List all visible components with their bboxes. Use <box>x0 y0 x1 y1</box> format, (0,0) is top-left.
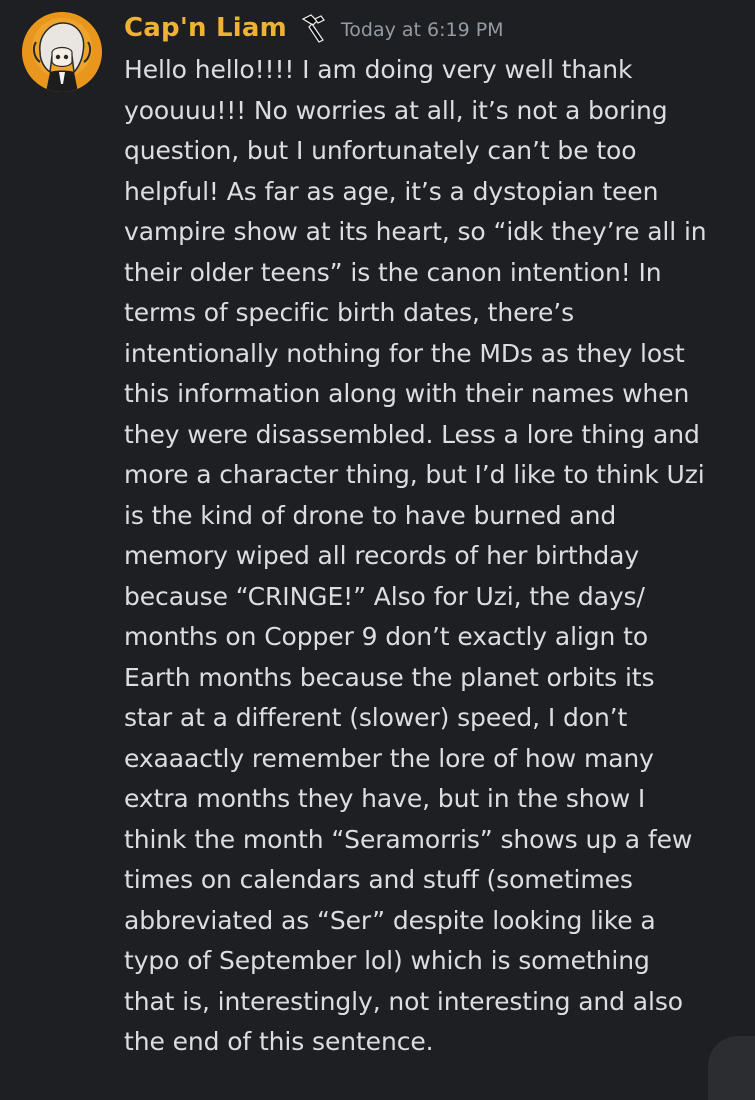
message-content: Hello hello!!!! I am doing very well tha… <box>124 50 736 1063</box>
message-text-line: abbreviated as “Ser” despite looking lik… <box>124 905 656 935</box>
message-text-line: star at a different (slower) speed, I do… <box>124 703 628 732</box>
message-text-line: think the month “Seramorris” shows up a … <box>124 824 693 854</box>
anime-character-avatar-icon <box>22 12 102 92</box>
message-text-line: Hello hello!!!! I am doing very well tha… <box>124 55 633 84</box>
message-text-line: yoouuu!!! No worries at all, it’s not a … <box>124 95 668 125</box>
message-text-line: the end of this sentence. <box>124 1027 434 1056</box>
message-text-line: vampire show at its heart, so “idk they’… <box>124 217 707 246</box>
message-text-line: terms of specific birth dates, there’s <box>124 298 575 327</box>
message-text-line: this information along with their names … <box>124 379 690 408</box>
username[interactable]: Cap'n Liam <box>124 13 287 43</box>
message-text-line: helpful! As far as age, it’s a dystopian… <box>124 176 659 206</box>
chat-message: Cap'n Liam Today at 6:19 PM Hello hello!… <box>0 0 755 1100</box>
message-text-line: months on Copper 9 don’t exactly align t… <box>124 622 649 651</box>
hammer-role-icon[interactable] <box>299 13 327 43</box>
message-text-line: that is, interestingly, not interesting … <box>124 986 683 1016</box>
message-text-line: times on calendars and stuff (sometimes <box>124 865 633 894</box>
jump-to-present-widget[interactable] <box>708 1036 755 1100</box>
message-text-line: their older teens” is the canon intentio… <box>124 257 662 287</box>
message-text-line: exaaactly remember the lore of how many <box>124 743 654 773</box>
message-text-line: more a character thing, but I’d like to … <box>124 460 705 489</box>
message-text-line: typo of September lol) which is somethin… <box>124 946 650 975</box>
message-text-line: Earth months because the planet orbits i… <box>124 662 655 692</box>
message-timestamp[interactable]: Today at 6:19 PM <box>341 19 504 41</box>
message-text-line: question, but I unfortunately can’t be t… <box>124 136 637 165</box>
message-text-line: because “CRINGE!” Also for Uzi, the days… <box>124 581 645 611</box>
message-text-line: extra months they have, but in the show … <box>124 784 646 813</box>
user-avatar[interactable] <box>22 12 102 92</box>
message-header: Cap'n Liam Today at 6:19 PM <box>124 8 504 48</box>
message-text-line: intentionally nothing for the MDs as the… <box>124 338 685 368</box>
message-text-line: they were disassembled. Less a lore thin… <box>124 419 700 449</box>
message-text-line: is the kind of drone to have burned and <box>124 500 617 530</box>
message-text-line: memory wiped all records of her birthday <box>124 541 640 570</box>
